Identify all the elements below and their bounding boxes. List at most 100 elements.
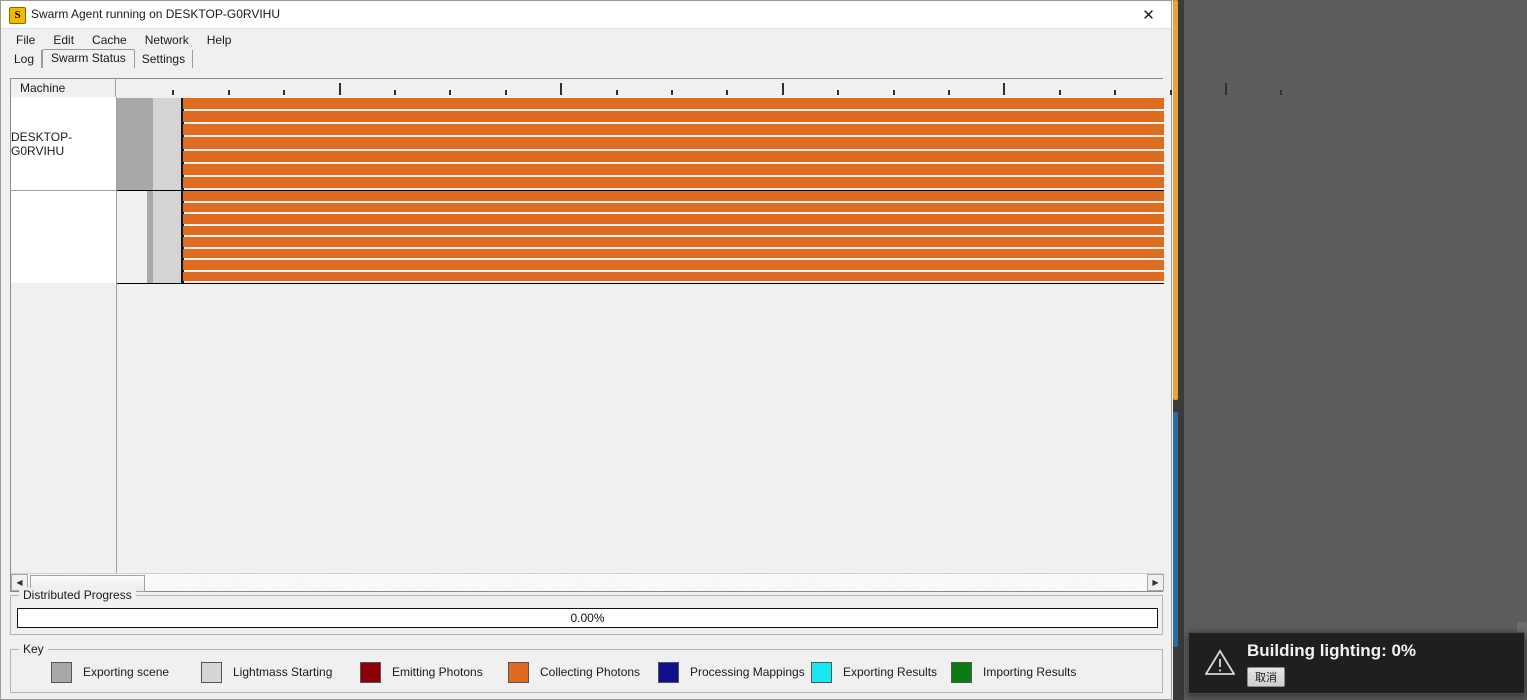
- ruler-tick-minor: [837, 90, 840, 95]
- key-swatch: [811, 661, 832, 683]
- scroll-segment-blue: [1173, 412, 1178, 647]
- lane-task-bar-collecting-photons[interactable]: [183, 248, 1164, 258]
- window-titlebar[interactable]: S Swarm Agent running on DESKTOP-G0RVIHU…: [1, 1, 1171, 29]
- lane-block-lightmass-starting[interactable]: [153, 98, 181, 190]
- building-lighting-toast: Building lighting: 0% 取消: [1188, 632, 1525, 694]
- cancel-build-button[interactable]: 取消: [1247, 667, 1285, 687]
- scroll-right-arrow[interactable]: ▶: [1147, 574, 1164, 591]
- machine-column: DESKTOP-G0RVIHU: [11, 97, 117, 285]
- ruler-tick-minor: [172, 90, 175, 95]
- machine-column-filler: [11, 283, 117, 574]
- ruler-tick-major: [1003, 83, 1006, 95]
- ruler-tick-minor: [726, 90, 729, 95]
- timeline-lanes[interactable]: [117, 97, 1164, 574]
- menu-file[interactable]: File: [7, 31, 44, 49]
- key-swatch: [951, 661, 972, 683]
- timeline-header: Machine: [11, 79, 1283, 98]
- ruler-tick-minor: [504, 90, 507, 95]
- ruler-tick-minor: [1169, 90, 1172, 95]
- lane-task-bar-collecting-photons[interactable]: [183, 271, 1164, 281]
- swarm-agent-window: S Swarm Agent running on DESKTOP-G0RVIHU…: [0, 0, 1283, 700]
- tabstrip: Log Swarm Status Settings: [1, 49, 1171, 69]
- close-icon[interactable]: ✕: [1126, 1, 1171, 28]
- key-title: Key: [19, 642, 48, 656]
- distributed-progress-bar: 0.00%: [17, 608, 1158, 628]
- swarm-agent-icon: S: [9, 7, 26, 24]
- tab-log[interactable]: Log: [7, 50, 43, 68]
- ruler-tick-minor: [615, 90, 618, 95]
- lane-task-bar-collecting-photons[interactable]: [183, 137, 1164, 149]
- key-label: Importing Results: [983, 665, 1077, 679]
- key-swatch: [508, 661, 529, 683]
- ruler-tick-major: [1225, 83, 1227, 95]
- ruler-tick-minor: [892, 90, 895, 95]
- swarm-status-timeline: Machine DESKTOP-G0RVIHU ◀ ▶: [10, 78, 1283, 592]
- lane-task-bar-collecting-photons[interactable]: [183, 98, 1164, 110]
- ruler-tick-minor: [283, 90, 286, 95]
- background-scroll-strip[interactable]: [1170, 0, 1184, 700]
- lane-task-bar-collecting-photons[interactable]: [183, 202, 1164, 212]
- ruler-tick-minor: [1280, 90, 1283, 95]
- key-label: Emitting Photons: [392, 665, 483, 679]
- key-item: Importing Results: [951, 661, 1076, 683]
- progress-value-label: 0.00%: [570, 611, 605, 625]
- machine-name-cell-empty: [11, 191, 116, 285]
- key-item: Lightmass Starting: [201, 661, 332, 683]
- key-item: Emitting Photons: [360, 661, 483, 683]
- lane-collecting-photons-group: [183, 191, 1164, 283]
- lane-task-bar-collecting-photons[interactable]: [183, 237, 1164, 247]
- lane-task-bar-collecting-photons[interactable]: [183, 124, 1164, 136]
- timeline-hscrollbar[interactable]: ◀ ▶: [11, 573, 1164, 592]
- key-item: Exporting scene: [51, 661, 169, 683]
- toast-title: Building lighting: 0%: [1247, 641, 1417, 660]
- lane-task-bar-collecting-photons[interactable]: [183, 214, 1164, 224]
- ruler-tick-minor: [671, 90, 673, 95]
- key-item: Processing Mappings: [658, 661, 805, 683]
- tab-swarm-status[interactable]: Swarm Status: [42, 49, 135, 68]
- timeline-ruler[interactable]: [117, 79, 1283, 97]
- tab-settings[interactable]: Settings: [135, 50, 194, 68]
- ruler-tick-minor: [227, 90, 230, 95]
- distributed-progress-group: Distributed Progress 0.00%: [10, 588, 1163, 635]
- distributed-progress-title: Distributed Progress: [19, 588, 136, 602]
- ruler-tick-minor: [394, 90, 396, 95]
- key-legend-items: Exporting scene Lightmass Starting Emittin…: [11, 661, 1164, 685]
- menu-cache[interactable]: Cache: [83, 31, 136, 49]
- machine-name-cell: DESKTOP-G0RVIHU: [11, 97, 116, 191]
- lane-task-bar-collecting-photons[interactable]: [183, 150, 1164, 162]
- ruler-tick-minor: [449, 90, 452, 95]
- lane-task-bar-collecting-photons[interactable]: [183, 191, 1164, 201]
- ruler-tick-major: [781, 83, 784, 95]
- key-group: Key Exporting scene Lightmass Starting Emi…: [10, 642, 1164, 693]
- lane-separator: [117, 283, 1164, 284]
- key-swatch: [51, 661, 72, 683]
- ruler-tick-minor: [1058, 90, 1061, 95]
- lane-task-bar-collecting-photons[interactable]: [183, 260, 1164, 270]
- key-swatch: [201, 661, 222, 683]
- screen-root: dixing_Line111 StaticMeshActor dixing_Li…: [0, 0, 1527, 700]
- lane-block-lightmass-starting[interactable]: [153, 191, 181, 283]
- key-item: Exporting Results: [811, 661, 937, 683]
- key-label: Exporting scene: [83, 665, 170, 679]
- lane-task-bar-collecting-photons[interactable]: [183, 176, 1164, 188]
- key-label: Exporting Results: [843, 665, 938, 679]
- ruler-tick-major: [338, 83, 341, 95]
- menu-help[interactable]: Help: [198, 31, 241, 49]
- lane-task-bar-collecting-photons[interactable]: [183, 225, 1164, 235]
- lane-task-bar-collecting-photons[interactable]: [183, 163, 1164, 175]
- column-header-machine: Machine: [11, 79, 116, 97]
- ruler-tick-major: [560, 83, 563, 95]
- menu-edit[interactable]: Edit: [44, 31, 83, 49]
- lane-block-exporting-scene[interactable]: [117, 98, 153, 190]
- key-label: Collecting Photons: [540, 665, 641, 679]
- lane-task-bar-collecting-photons[interactable]: [183, 111, 1164, 123]
- key-swatch: [658, 661, 679, 683]
- window-title: Swarm Agent running on DESKTOP-G0RVIHU: [31, 7, 280, 21]
- key-label: Processing Mappings: [690, 665, 805, 679]
- ruler-tick-minor: [948, 90, 950, 95]
- scroll-segment-orange: [1173, 0, 1178, 400]
- key-swatch: [360, 661, 381, 683]
- ruler-tick-minor: [1114, 90, 1117, 95]
- menu-network[interactable]: Network: [136, 31, 198, 49]
- key-label: Lightmass Starting: [233, 665, 333, 679]
